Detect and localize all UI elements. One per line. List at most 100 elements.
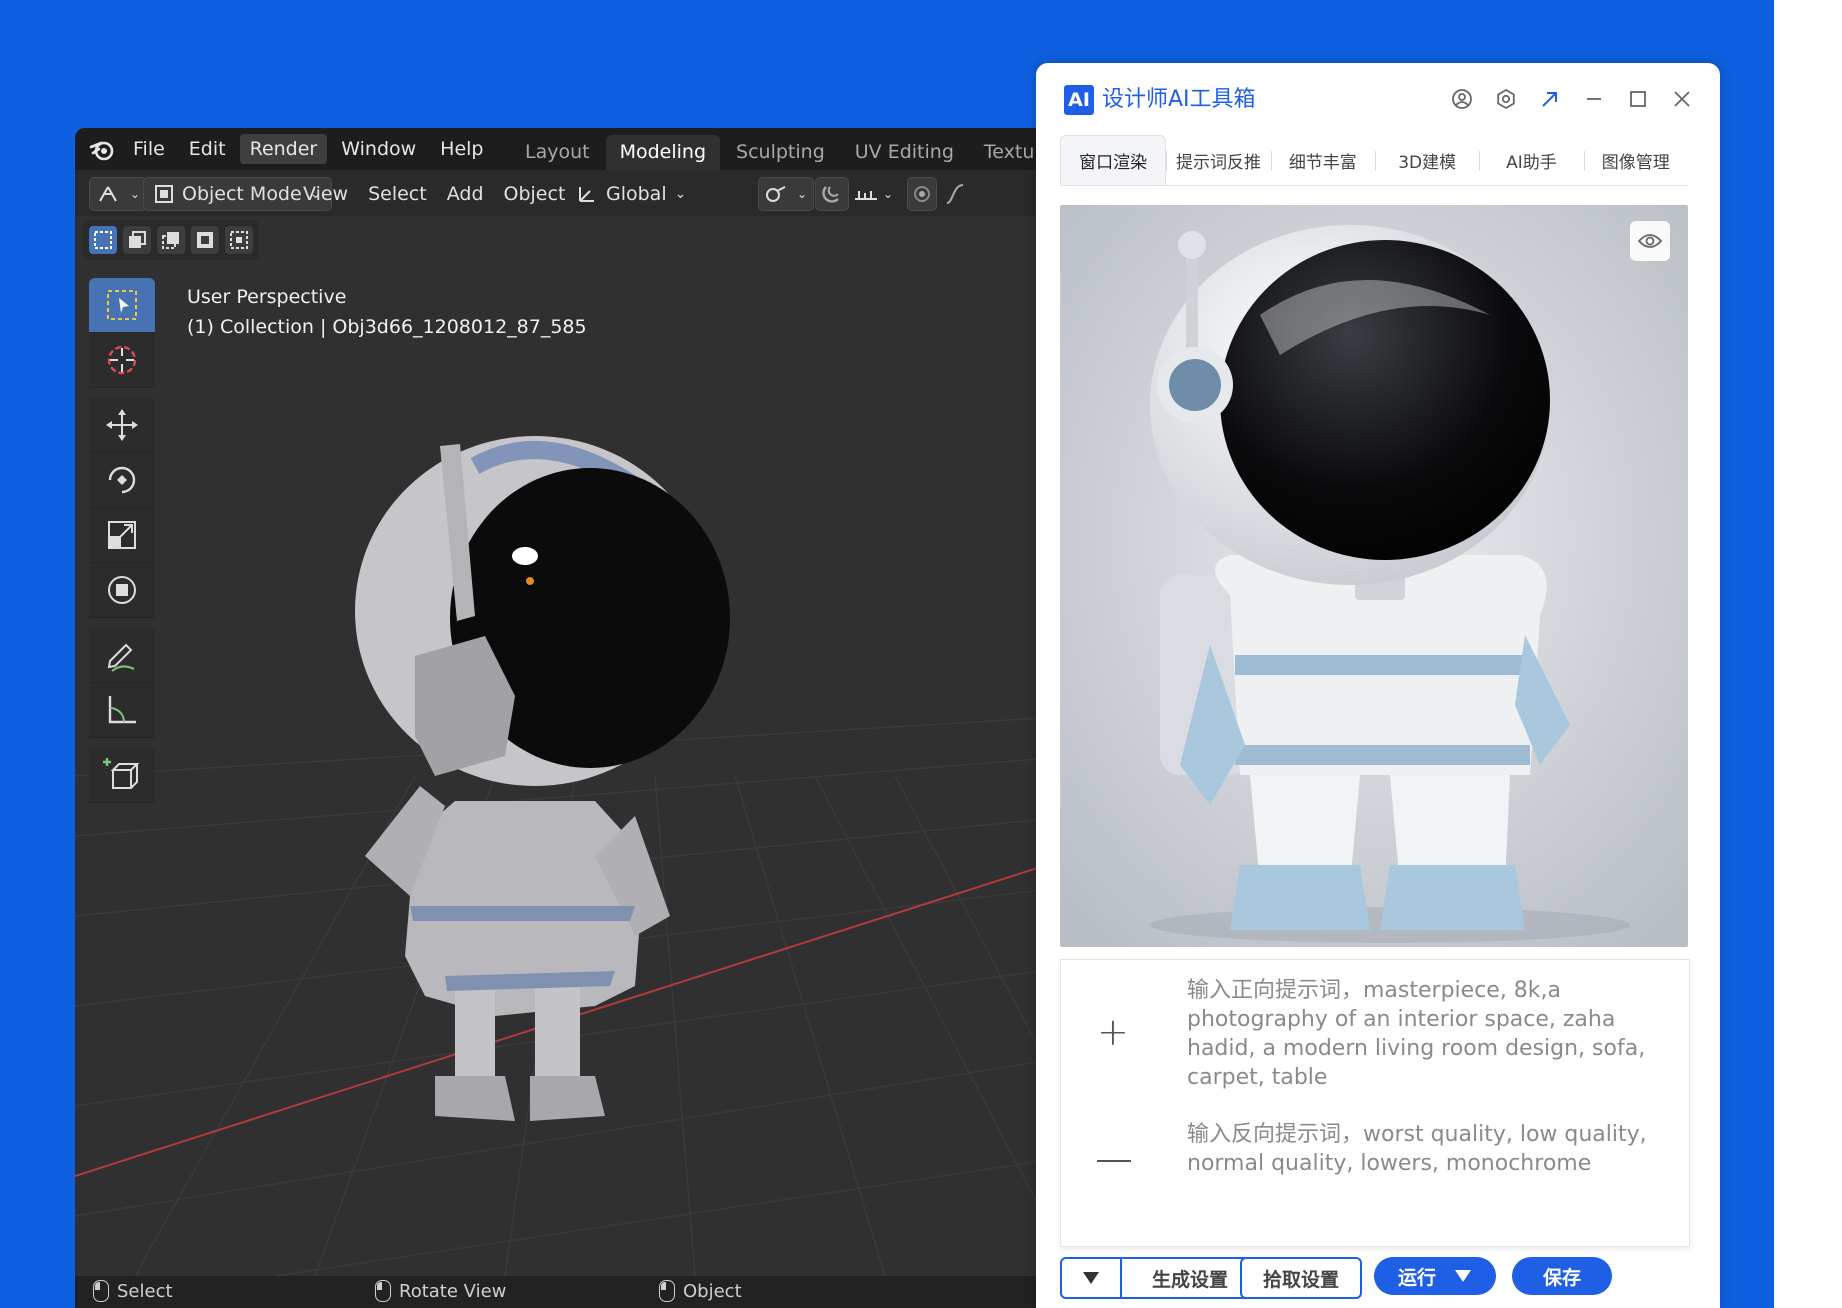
viewport-info: User Perspective (1) Collection | Obj3d6… bbox=[187, 282, 587, 342]
blender-menubar: File Edit Render Window Help bbox=[123, 128, 494, 170]
3d-viewport[interactable] bbox=[75, 216, 1075, 1277]
menu-render[interactable]: Render bbox=[239, 134, 328, 164]
tab-window-render[interactable]: 窗口渲染 bbox=[1060, 135, 1167, 185]
falloff-dropdown[interactable] bbox=[945, 178, 965, 210]
add-cube-icon bbox=[103, 758, 140, 789]
user-icon[interactable] bbox=[1448, 85, 1476, 113]
measure-ruler-icon bbox=[108, 696, 136, 724]
workspace-tabs: Layout Modeling Sculpting UV Editing Tex… bbox=[511, 134, 1048, 170]
snap-magnet-icon bbox=[822, 186, 839, 203]
ai-tab-bar: 窗口渲染 提示词反推 细节丰富 3D建模 AI助手 图像管理 bbox=[1060, 135, 1688, 186]
status-rotate-label: Rotate View bbox=[399, 1280, 507, 1302]
viewport-collection: (1) Collection | Obj3d66_1208012_87_585 bbox=[187, 316, 587, 338]
tool-add-cube[interactable] bbox=[89, 748, 155, 803]
blender-logo-icon[interactable] bbox=[89, 137, 115, 163]
tab-layout[interactable]: Layout bbox=[511, 135, 604, 170]
menu-window[interactable]: Window bbox=[331, 134, 426, 164]
gen-settings-split-button: 生成设置 bbox=[1060, 1257, 1260, 1299]
status-rotate: Rotate View bbox=[375, 1280, 506, 1302]
proportional-edit-toggle[interactable] bbox=[907, 177, 937, 211]
menu-select[interactable]: Select bbox=[358, 183, 437, 205]
tool-shelf bbox=[89, 278, 155, 803]
tab-image-manage[interactable]: 图像管理 bbox=[1583, 135, 1688, 185]
menu-view[interactable]: View bbox=[293, 183, 358, 205]
maximize-icon[interactable] bbox=[1624, 85, 1652, 113]
tool-rotate[interactable] bbox=[89, 453, 155, 508]
tool-transform[interactable] bbox=[89, 563, 155, 618]
chevron-down-icon: ⌄ bbox=[674, 186, 687, 202]
gen-settings-dropdown-button[interactable] bbox=[1062, 1259, 1122, 1297]
gen-settings-button[interactable]: 生成设置 bbox=[1122, 1259, 1258, 1297]
blender-topbar: File Edit Render Window Help Layout Mode… bbox=[75, 128, 1075, 170]
proportional-edit-icon bbox=[914, 186, 930, 202]
pivot-dropdown[interactable]: ⌄ bbox=[758, 177, 815, 211]
astronaut-render bbox=[1060, 205, 1688, 947]
editor-type-icon bbox=[99, 186, 117, 202]
preview-toggle-button[interactable] bbox=[1630, 221, 1670, 261]
status-object: Object bbox=[659, 1280, 742, 1302]
run-button[interactable]: 运行 bbox=[1374, 1257, 1496, 1295]
transform-orientation-icon bbox=[579, 187, 594, 202]
app-title: 设计师AI工具箱 bbox=[1102, 87, 1256, 112]
orientation-label: Global bbox=[606, 183, 667, 205]
action-bar: 生成设置 拾取设置 运行 保存 bbox=[1060, 1257, 1688, 1299]
pin-arrow-icon[interactable] bbox=[1536, 85, 1564, 113]
pivot-link-icon bbox=[766, 186, 786, 202]
snap-increment-icon bbox=[855, 191, 877, 200]
editor-type-button[interactable]: ⌄ bbox=[89, 177, 148, 211]
tab-sculpting[interactable]: Sculpting bbox=[722, 135, 839, 170]
status-select: Select bbox=[93, 1280, 173, 1302]
status-object-label: Object bbox=[683, 1280, 742, 1302]
header-menus: View Select Add Object bbox=[293, 178, 575, 210]
positive-plus-icon: + bbox=[1097, 1010, 1129, 1054]
chevron-down-icon: ⌄ bbox=[130, 187, 141, 201]
falloff-curve-icon bbox=[946, 184, 964, 204]
chevron-down-icon: ⌄ bbox=[883, 187, 894, 201]
render-preview-image bbox=[1060, 205, 1688, 947]
pick-settings-button[interactable]: 拾取设置 bbox=[1240, 1257, 1362, 1299]
status-bar: Select Rotate View Object bbox=[75, 1276, 1075, 1308]
tool-measure[interactable] bbox=[89, 683, 155, 738]
tab-modeling[interactable]: Modeling bbox=[605, 135, 721, 170]
settings-gear-icon[interactable] bbox=[1492, 85, 1520, 113]
viewport-header: ⌄ Object Mode ⌄ View Select Add Object G… bbox=[75, 170, 1075, 216]
tool-move[interactable] bbox=[89, 398, 155, 453]
run-label: 运行 bbox=[1397, 1266, 1436, 1289]
triangle-down-icon bbox=[1455, 1270, 1471, 1282]
close-icon[interactable] bbox=[1668, 85, 1696, 113]
menu-file[interactable]: File bbox=[123, 134, 175, 164]
triangle-down-icon bbox=[1083, 1272, 1099, 1284]
snap-toggle[interactable] bbox=[815, 177, 849, 211]
mouse-middle-icon bbox=[375, 1280, 391, 1302]
minimize-icon[interactable] bbox=[1580, 85, 1608, 113]
tab-uv-editing[interactable]: UV Editing bbox=[841, 135, 968, 170]
tool-select-box[interactable] bbox=[89, 278, 155, 333]
snap-target-dropdown[interactable]: ⌄ bbox=[853, 178, 893, 210]
cursor-icon bbox=[107, 345, 137, 375]
mouse-left-icon bbox=[93, 1280, 109, 1302]
tab-prompt-reverse[interactable]: 提示词反推 bbox=[1166, 135, 1270, 185]
menu-edit[interactable]: Edit bbox=[179, 134, 236, 164]
tool-scale[interactable] bbox=[89, 508, 155, 563]
tool-annotate[interactable] bbox=[89, 628, 155, 683]
menu-help[interactable]: Help bbox=[430, 134, 493, 164]
tool-cursor[interactable] bbox=[89, 333, 155, 388]
mouse-right-icon bbox=[659, 1280, 675, 1302]
save-button[interactable]: 保存 bbox=[1512, 1257, 1612, 1295]
positive-prompt-input[interactable]: 输入正向提示词，masterpiece, 8k,a photography of… bbox=[1187, 976, 1667, 1092]
select-box-icon bbox=[107, 290, 137, 320]
menu-add[interactable]: Add bbox=[437, 183, 494, 205]
tab-detail-enrich[interactable]: 细节丰富 bbox=[1270, 135, 1375, 185]
window-controls bbox=[1448, 85, 1696, 113]
negative-prompt-input[interactable]: 输入反向提示词，worst quality, low quality, norm… bbox=[1187, 1120, 1667, 1178]
object-mode-icon bbox=[155, 185, 173, 203]
menu-object[interactable]: Object bbox=[494, 183, 576, 205]
orientation-dropdown[interactable]: Global ⌄ bbox=[565, 177, 698, 211]
scale-icon bbox=[108, 521, 136, 549]
blender-window: File Edit Render Window Help Layout Mode… bbox=[75, 128, 1075, 1308]
viewport-scene bbox=[75, 436, 1075, 1277]
tab-3d-modeling[interactable]: 3D建模 bbox=[1374, 135, 1479, 185]
tab-ai-assistant[interactable]: AI助手 bbox=[1479, 135, 1583, 185]
mode-label: Object Mode bbox=[182, 183, 302, 205]
chevron-down-icon: ⌄ bbox=[797, 187, 808, 201]
